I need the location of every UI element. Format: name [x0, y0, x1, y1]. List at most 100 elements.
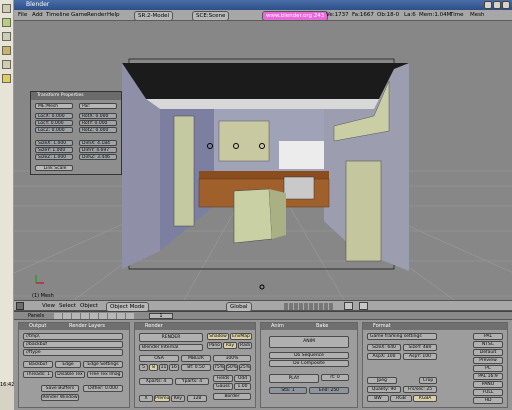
layer-buttons[interactable] [284, 303, 334, 310]
app-icon[interactable] [2, 46, 11, 55]
shadow-toggle[interactable]: Shadow [207, 333, 229, 340]
link-scale-button[interactable]: Link Scale [35, 165, 73, 171]
percent-100-button[interactable]: 100% [213, 355, 251, 362]
start-frame-field[interactable]: Sta: 1 [269, 387, 307, 394]
screen-select[interactable]: SR:2-Model [134, 11, 173, 20]
loc-z-field[interactable]: LocZ: 0.000 [35, 127, 73, 133]
percent-50-button[interactable]: 50% [226, 364, 238, 371]
menu-view[interactable]: View [42, 301, 55, 311]
3d-viewport[interactable]: Transform Properties ME:Mesh Par: LocX: … [14, 21, 512, 300]
backbuf-toggle[interactable]: Backbuf [23, 361, 53, 368]
xparts-field[interactable]: Xparts: 4 [139, 378, 173, 385]
size-y-field[interactable]: SizeY: 1.000 [35, 147, 73, 153]
render-panel-title[interactable]: Render [135, 323, 255, 330]
maximize-icon[interactable] [493, 1, 501, 9]
blender-url-badge[interactable]: www.blender.org 243 [262, 11, 329, 20]
end-frame-field[interactable]: End: 250 [309, 387, 349, 394]
border-toggle[interactable]: Border [213, 393, 251, 400]
render-icon[interactable] [359, 302, 368, 310]
blur-factor-field[interactable]: Bf: 0.50 [181, 364, 211, 371]
pano-toggle[interactable]: Pano [207, 342, 222, 349]
rt-field[interactable]: rt: 0 [321, 374, 349, 381]
frame-field[interactable]: 1 [149, 313, 173, 319]
mblur-toggle[interactable]: MBLUR [181, 355, 211, 362]
128-field[interactable]: 128 [187, 395, 207, 402]
render-engine-select[interactable]: Blender Internal [139, 344, 203, 351]
free-tex-toggle[interactable]: Free Tex Imag [87, 371, 123, 378]
size-y-field[interactable]: SizeY: 480 [403, 344, 437, 351]
osa-11-button[interactable]: 11 [159, 364, 168, 371]
rot-z-field[interactable]: RotZ: 0.000 [79, 127, 117, 133]
ray-toggle[interactable]: Ray [223, 342, 237, 349]
menu-game[interactable]: Game [71, 10, 87, 20]
anim-button[interactable]: ANIM [269, 336, 349, 348]
ntsc-preset[interactable]: NTSC [473, 341, 503, 348]
preset-select[interactable]: Game framing settings [367, 333, 437, 340]
loc-y-field[interactable]: LocY: 0.000 [35, 120, 73, 126]
pano-preset[interactable]: PANO [473, 381, 503, 388]
editor-type-icon[interactable] [16, 302, 24, 310]
app-icon[interactable] [2, 60, 11, 69]
3d-cursor-icon[interactable] [259, 284, 265, 290]
size-x-field[interactable]: SizeX: 640 [367, 344, 401, 351]
asp-x-field[interactable]: AspX: 100 [367, 353, 401, 360]
osa-8-button[interactable]: 8 [149, 364, 158, 371]
envmap-toggle[interactable]: EnvMap [230, 333, 252, 340]
dim-x-field[interactable]: DimX: 4.184 [79, 140, 117, 146]
yparts-field[interactable]: Yparts: 4 [175, 378, 209, 385]
disable-tex-toggle[interactable]: Disable Tex [55, 371, 85, 378]
default-preset[interactable]: Default [473, 349, 503, 356]
menu-select[interactable]: Select [59, 301, 76, 311]
format-panel-title[interactable]: Format [363, 323, 507, 330]
render-window-select[interactable]: Render Window [41, 394, 79, 401]
menu-timeline[interactable]: Timeline [46, 10, 69, 20]
pal-preset[interactable]: PAL [473, 333, 503, 340]
osa-16-button[interactable]: 16 [169, 364, 179, 371]
render-layers-tab[interactable]: Render Layers [69, 323, 105, 330]
lock-icon[interactable] [344, 302, 353, 310]
do-composite-toggle[interactable]: Do Composite [269, 360, 349, 367]
file-format-select[interactable]: Jpeg [367, 377, 397, 384]
key-toggle[interactable]: Key [171, 395, 185, 402]
premul-toggle[interactable]: Premul [154, 395, 170, 402]
do-sequence-toggle[interactable]: Do Sequence [269, 352, 349, 359]
close-icon[interactable] [502, 1, 510, 9]
dim-z-field[interactable]: DimZ: 3.446 [79, 154, 117, 160]
rgba-toggle[interactable]: RGBA [413, 395, 437, 402]
menu-file[interactable]: File [18, 10, 27, 20]
ftype-path-field[interactable]: //ftype [23, 349, 123, 356]
quality-field[interactable]: Quality: 90 [367, 386, 401, 393]
pc-preset[interactable]: PC [473, 365, 503, 372]
sky-toggle[interactable]: X [139, 395, 153, 402]
full-preset[interactable]: FULL [473, 389, 503, 396]
menu-add[interactable]: Add [32, 10, 43, 20]
odd-toggle[interactable]: Odd [234, 375, 251, 382]
app-icon[interactable] [2, 4, 11, 13]
radio-toggle[interactable]: Radi [238, 342, 252, 349]
fields-toggle[interactable]: Fields [213, 375, 233, 382]
menu-object[interactable]: Object [80, 301, 98, 311]
bw-toggle[interactable]: BW [367, 395, 389, 402]
gauss-size-field[interactable]: 1.00 [234, 383, 251, 390]
asp-y-field[interactable]: AspY: 100 [403, 353, 437, 360]
osa-5-button[interactable]: 5 [139, 364, 148, 371]
rot-y-field[interactable]: RotY: 0.000 [79, 120, 117, 126]
pal169-preset[interactable]: PAL 16:9 [473, 373, 503, 380]
dim-y-field[interactable]: DimY: 4.697 [79, 147, 117, 153]
percent-75-button[interactable]: 75% [213, 364, 225, 371]
scene-select[interactable]: SCE:Scene [192, 11, 230, 20]
edge-toggle[interactable]: Edge [55, 361, 81, 368]
mesh-name-field[interactable]: ME:Mesh [35, 103, 73, 109]
dither-field[interactable]: Dither: 0.000 [83, 385, 123, 392]
fps-field[interactable]: Frs/sec: 25 [403, 386, 437, 393]
menu-render[interactable]: Render [87, 10, 107, 20]
edge-settings-button[interactable]: Edge Settings [83, 361, 123, 368]
hd-preset[interactable]: HD [473, 397, 503, 404]
threads-field[interactable]: Threads: 1 [23, 371, 53, 378]
bake-tab[interactable]: Bake [316, 323, 328, 330]
rgb-toggle[interactable]: RGB [390, 395, 412, 402]
crop-toggle[interactable]: Crop [419, 377, 437, 384]
minimize-icon[interactable] [484, 1, 492, 9]
loc-x-field[interactable]: LocX: 0.000 [35, 113, 73, 119]
rot-x-field[interactable]: RotX: 0.000 [79, 113, 117, 119]
